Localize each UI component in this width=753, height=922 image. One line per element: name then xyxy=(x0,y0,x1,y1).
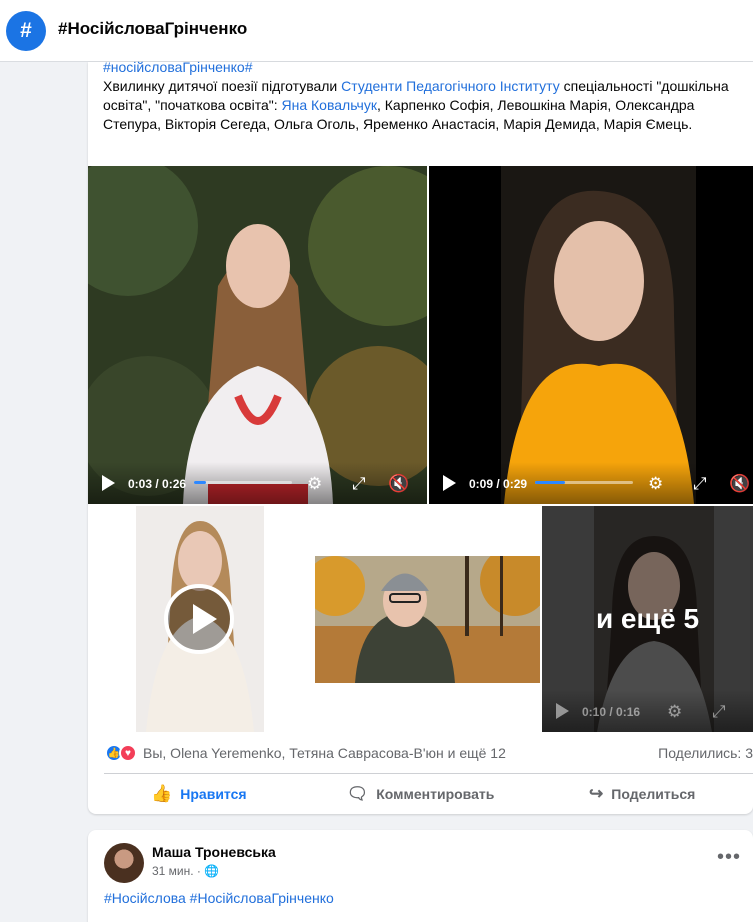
video-2[interactable]: 0:09 / 0:29 ⚙ ⤢ 🔇 xyxy=(429,166,753,504)
reactions-text[interactable]: Вы, Olena Yeremenko, Тетяна Саврасова-В'… xyxy=(143,745,506,761)
video-2-progress-track[interactable] xyxy=(535,481,633,484)
like-label: Нравится xyxy=(180,786,247,802)
hashtag-link[interactable]: #носійсловаГрінченко xyxy=(103,59,245,75)
fullscreen-icon[interactable]: ⤢ xyxy=(693,475,707,493)
mute-icon[interactable]: 🔇 xyxy=(729,475,750,493)
reactions-summary[interactable]: 👍 ♥ Вы, Olena Yeremenko, Тетяна Саврасов… xyxy=(105,744,506,762)
globe-icon: 🌐 xyxy=(204,864,220,878)
share-button[interactable]: ↪ Поделиться xyxy=(531,774,753,814)
post-timestamp: 31 мин. · 🌐 xyxy=(152,864,219,878)
video-2-controls: 0:09 / 0:29 ⚙ ⤢ 🔇 xyxy=(429,462,753,504)
video-1-frame xyxy=(88,166,427,504)
play-icon[interactable] xyxy=(102,475,115,491)
share-icon: ↪ xyxy=(589,784,604,803)
video-1-time: 0:03 / 0:26 xyxy=(128,477,187,491)
post-card-2: Маша Троневська 31 мин. · 🌐 ••• #Носійсл… xyxy=(88,830,753,922)
gear-icon[interactable]: ⚙ xyxy=(648,475,663,493)
video-2-progress-fill xyxy=(535,481,566,484)
more-options-icon[interactable]: ••• xyxy=(717,846,741,869)
video-2-frame xyxy=(429,166,753,504)
gear-icon[interactable]: ⚙ xyxy=(307,475,322,493)
thumbs-up-icon: 👍 xyxy=(151,784,173,803)
gear-icon[interactable]: ⚙ xyxy=(667,703,682,721)
author-name[interactable]: Маша Троневська xyxy=(152,844,276,860)
shares-count[interactable]: Поделились: 3 xyxy=(658,745,753,761)
students-link[interactable]: Студенти Педагогічного Інституту xyxy=(341,78,560,94)
post-text: #носійсловаГрінченко# Хвилинку дитячої п… xyxy=(103,58,753,134)
post-2-hashtags[interactable]: #Носійслова #НосійсловаГрінченко xyxy=(104,890,334,906)
page-title[interactable]: #НосійсловаГрінченко xyxy=(58,19,247,39)
hashtag-suffix: # xyxy=(244,59,253,75)
play-button-icon[interactable] xyxy=(164,584,234,654)
video-2-time: 0:09 / 0:29 xyxy=(469,477,528,491)
fullscreen-icon[interactable]: ⤢ xyxy=(712,703,726,721)
video-5-controls: 0:10 / 0:16 ⚙ ⤢ xyxy=(542,690,753,732)
video-5-time: 0:10 / 0:16 xyxy=(582,705,641,719)
hashtag-icon: # xyxy=(6,11,46,51)
video-1-progress-track[interactable] xyxy=(194,481,292,484)
page-header: # #НосійсловаГрінченко xyxy=(0,0,753,62)
post-card: #носійсловаГрінченко# Хвилинку дитячої п… xyxy=(88,59,753,814)
play-icon[interactable] xyxy=(443,475,456,491)
video-3-thumbnail[interactable] xyxy=(136,506,264,732)
fullscreen-icon[interactable]: ⤢ xyxy=(352,475,366,493)
comment-button[interactable]: 🗨 Комментировать xyxy=(310,774,532,814)
video-5-thumbnail[interactable]: и ещё 5 0:10 / 0:16 ⚙ ⤢ xyxy=(542,506,753,732)
post-actions: 👍 Нравится 🗨 Комментировать ↪ Поделиться xyxy=(88,774,753,814)
mute-icon[interactable]: 🔇 xyxy=(388,475,409,493)
video-1-progress-fill xyxy=(194,481,206,484)
timestamp-text[interactable]: 31 мин. · xyxy=(152,864,201,878)
comment-label: Комментировать xyxy=(376,786,495,802)
love-reaction-icon: ♥ xyxy=(119,744,137,762)
text-intro: Хвилинку дитячої поезії підготували xyxy=(103,78,342,94)
comment-icon: 🗨 xyxy=(346,784,369,803)
share-label: Поделиться xyxy=(611,786,696,802)
video-4-frame xyxy=(305,546,550,683)
play-icon[interactable] xyxy=(556,703,569,719)
video-1-controls: 0:03 / 0:26 ⚙ ⤢ 🔇 xyxy=(88,462,427,504)
avatar[interactable] xyxy=(104,843,144,883)
like-button[interactable]: 👍 Нравится xyxy=(88,774,310,814)
video-1[interactable]: 0:03 / 0:26 ⚙ ⤢ 🔇 xyxy=(88,166,427,504)
video-4-thumbnail[interactable] xyxy=(305,546,550,683)
author-link[interactable]: Яна Ковальчук xyxy=(282,97,377,113)
